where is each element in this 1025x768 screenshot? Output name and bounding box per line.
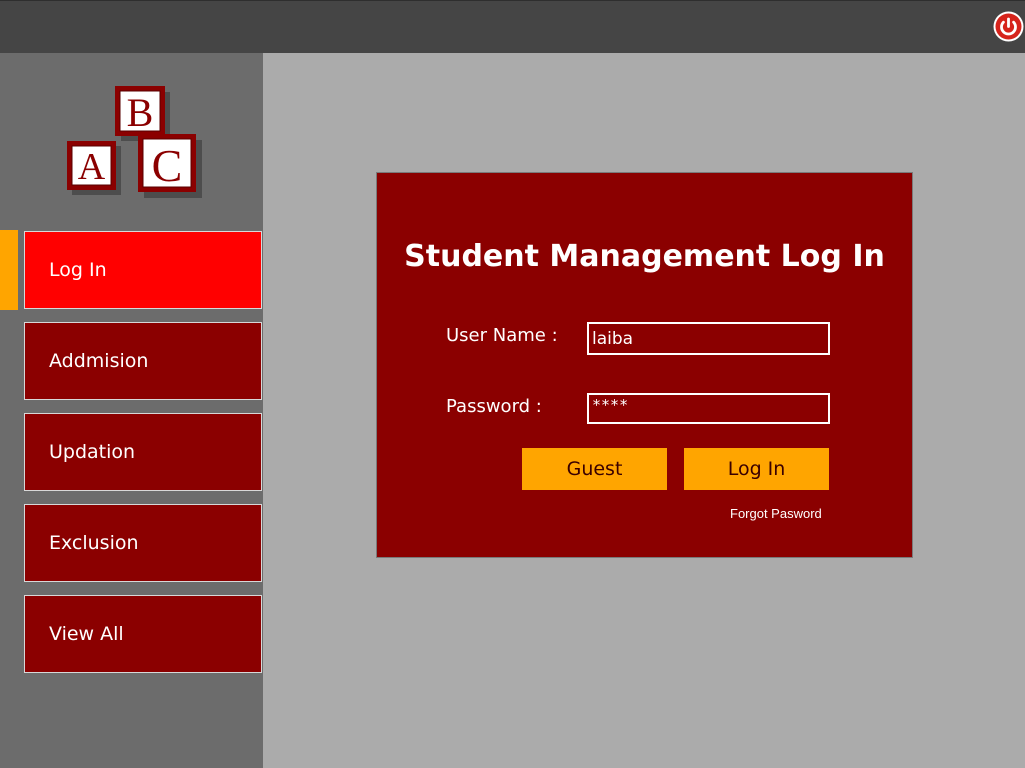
username-input[interactable] [587,322,830,355]
login-panel: Student Management Log In User Name : Pa… [376,172,913,558]
power-icon[interactable] [993,11,1024,42]
logo-letter-c: C [152,140,183,191]
abc-blocks-logo: A B C [67,86,202,198]
guest-button[interactable]: Guest [522,448,667,490]
sidebar-item-exclusion[interactable]: Exclusion [24,504,262,582]
logo-letter-a: A [78,146,106,188]
sidebar-item-view-all[interactable]: View All [24,595,262,673]
top-bar [0,0,1025,53]
sidebar-item-admission[interactable]: Addmision [24,322,262,400]
sidebar-item-updation[interactable]: Updation [24,413,262,491]
sidebar-item-log-in[interactable]: Log In [24,231,262,309]
logo-letter-b: B [127,90,154,135]
login-title: Student Management Log In [404,239,885,274]
log-in-button[interactable]: Log In [684,448,829,490]
forgot-password-link[interactable]: Forgot Pasword [730,506,822,521]
password-input[interactable] [587,393,830,424]
password-label: Password : [446,396,542,417]
active-nav-indicator [0,230,18,310]
username-label: User Name : [446,325,558,346]
